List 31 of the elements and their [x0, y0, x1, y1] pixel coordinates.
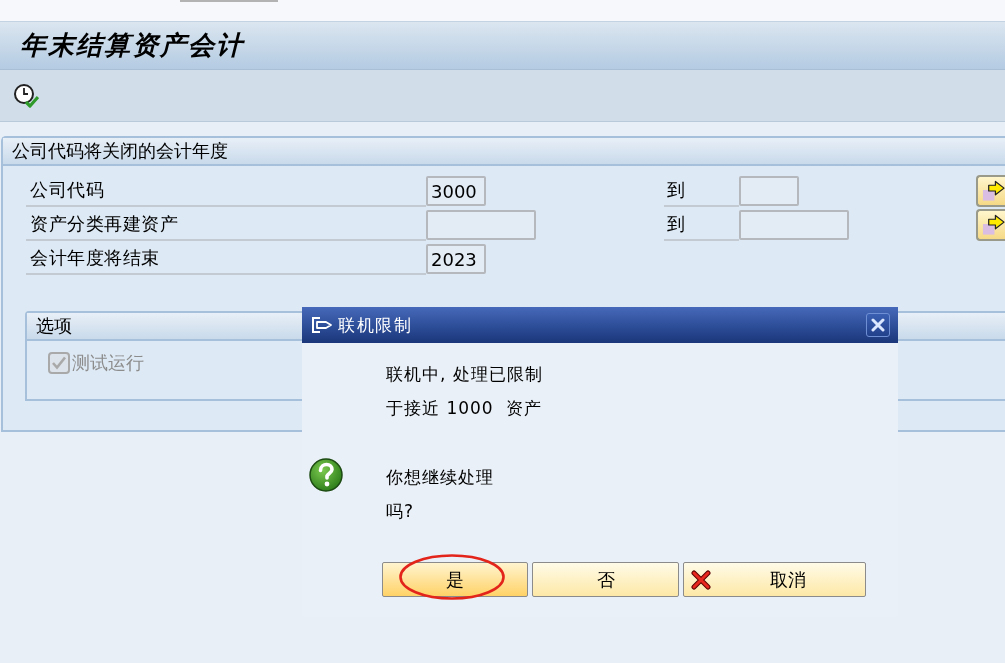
input-field[interactable]	[739, 176, 799, 206]
question-text: 你想继续处理	[386, 466, 494, 489]
close-icon	[871, 318, 885, 332]
checkbox-label: 测试运行	[72, 351, 144, 375]
dialog-title: 联机限制	[338, 313, 412, 337]
question-icon	[309, 458, 343, 492]
multiple-selection-button[interactable]	[976, 175, 1005, 207]
window-title: 年末结算资产会计	[20, 29, 244, 62]
close-button[interactable]	[866, 313, 890, 337]
arrow-icon	[982, 214, 1005, 236]
arrow-icon	[982, 180, 1005, 202]
dialog-button[interactable]: 否	[532, 562, 679, 597]
message-text: 联机中, 处理已限制	[386, 363, 543, 386]
group-title: 选项	[36, 314, 72, 338]
window-icon	[311, 316, 333, 334]
field-label: 会计年度将结束	[30, 246, 160, 270]
input-field[interactable]: 3000	[426, 176, 486, 206]
multiple-selection-button[interactable]	[976, 209, 1005, 241]
group-title: 公司代码将关闭的会计年度	[12, 139, 228, 163]
field-label: 公司代码	[30, 178, 104, 202]
field-label: 到	[667, 212, 686, 236]
field-label: 资产分类再建资产	[30, 212, 178, 236]
input-field[interactable]: 2023	[426, 244, 486, 274]
question-text: 吗?	[386, 500, 415, 523]
input-field[interactable]	[739, 210, 849, 240]
field-label: 到	[667, 178, 686, 202]
cross-icon	[691, 569, 711, 590]
clock-check-icon[interactable]	[13, 82, 39, 109]
input-field[interactable]	[426, 210, 536, 240]
message-text: 于接近 1000 资产	[386, 397, 543, 420]
dialog-button[interactable]: 取消	[683, 562, 866, 597]
